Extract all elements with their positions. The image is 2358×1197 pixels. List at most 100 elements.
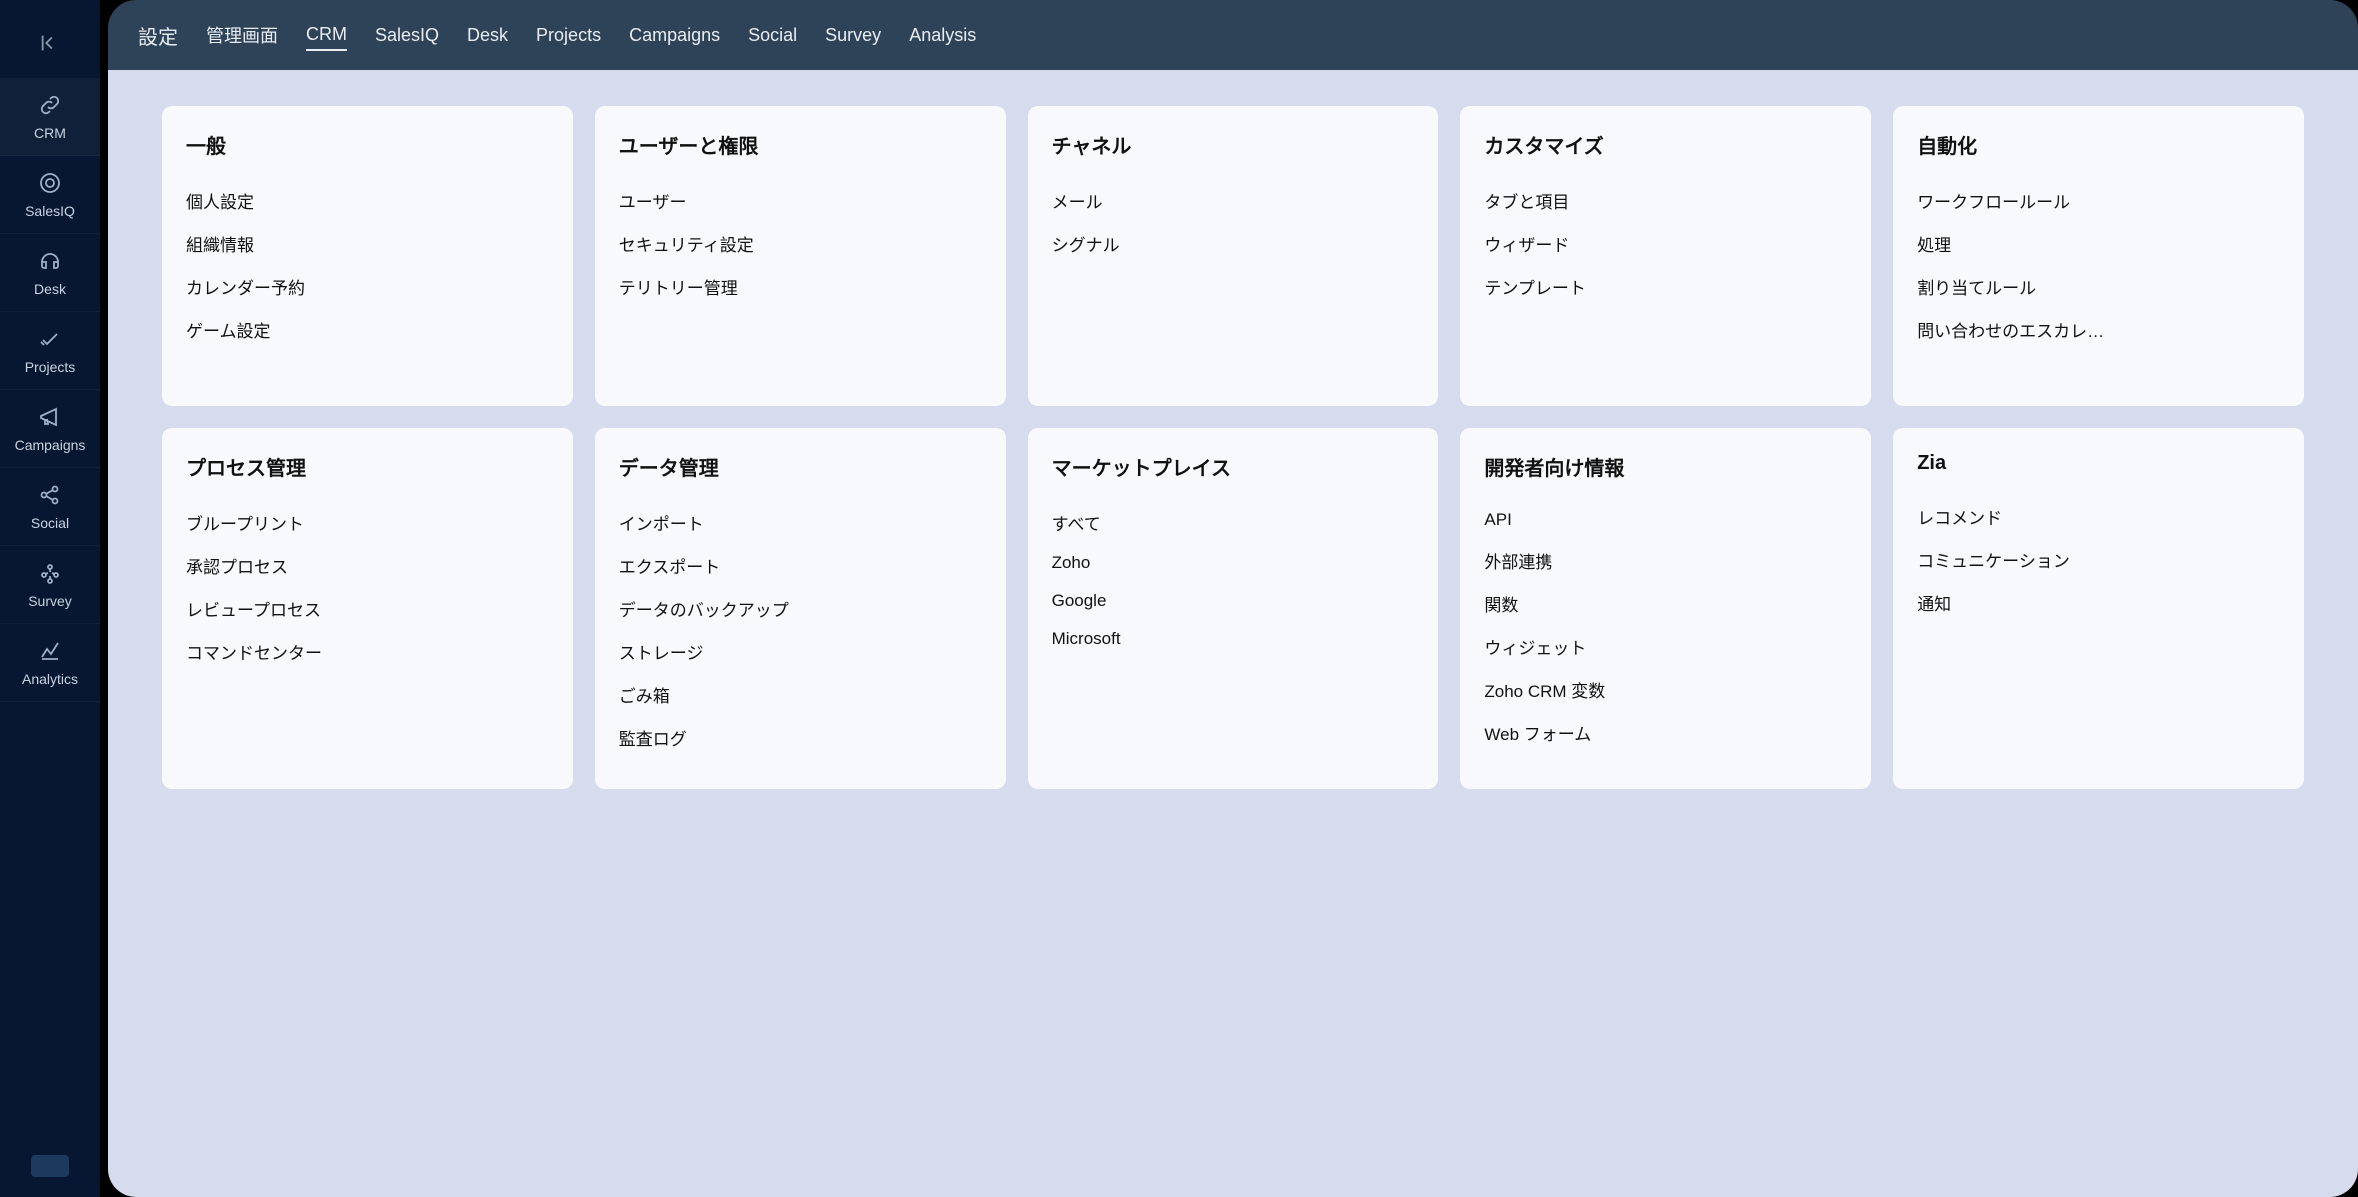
- tab-projects[interactable]: Projects: [536, 21, 601, 50]
- card-title: チャネル: [1052, 130, 1415, 159]
- tab-survey[interactable]: Survey: [825, 21, 881, 50]
- card-item[interactable]: シグナル: [1052, 222, 1415, 265]
- tab-admin[interactable]: 管理画面: [206, 18, 278, 52]
- card-item[interactable]: 承認プロセス: [186, 544, 549, 587]
- share-icon: [38, 483, 62, 507]
- card-item[interactable]: ブループリント: [186, 501, 549, 544]
- sidebar: CRM SalesIQ Desk Projects Campaigns Soci…: [0, 0, 100, 1197]
- card-channel: チャネル メール シグナル: [1028, 106, 1439, 406]
- card-item[interactable]: コマンドセンター: [186, 630, 549, 673]
- card-item[interactable]: ウィザード: [1484, 222, 1847, 265]
- card-customize: カスタマイズ タブと項目 ウィザード テンプレート: [1460, 106, 1871, 406]
- sidebar-item-label: Desk: [34, 281, 66, 297]
- card-title: データ管理: [619, 452, 982, 481]
- card-item[interactable]: データのバックアップ: [619, 587, 982, 630]
- card-item[interactable]: 外部連携: [1484, 539, 1847, 582]
- card-item[interactable]: 処理: [1917, 222, 2280, 265]
- card-item[interactable]: インポート: [619, 501, 982, 544]
- nodes-icon: [38, 561, 62, 585]
- card-grid: 一般 個人設定 組織情報 カレンダー予約 ゲーム設定 ユーザーと権限 ユーザー …: [162, 106, 2304, 789]
- card-automation: 自動化 ワークフロールール 処理 割り当てルール 問い合わせのエスカレ…: [1893, 106, 2304, 406]
- card-item[interactable]: レビュープロセス: [186, 587, 549, 630]
- card-developer: 開発者向け情報 API 外部連携 関数 ウィジェット Zoho CRM 変数 W…: [1460, 428, 1871, 789]
- main-panel: 設定 管理画面 CRM SalesIQ Desk Projects Campai…: [108, 0, 2358, 1197]
- card-item[interactable]: Microsoft: [1052, 620, 1415, 658]
- sidebar-item-label: Projects: [25, 359, 76, 375]
- sidebar-badge: [31, 1155, 69, 1177]
- sidebar-item-analytics[interactable]: Analytics: [0, 624, 100, 702]
- target-icon: [38, 171, 62, 195]
- card-item[interactable]: ゲーム設定: [186, 308, 549, 351]
- card-data: データ管理 インポート エクスポート データのバックアップ ストレージ ごみ箱 …: [595, 428, 1006, 789]
- card-item[interactable]: Zoho: [1052, 544, 1415, 582]
- tab-crm[interactable]: CRM: [306, 20, 347, 51]
- headset-icon: [38, 249, 62, 273]
- card-general: 一般 個人設定 組織情報 カレンダー予約 ゲーム設定: [162, 106, 573, 406]
- link-icon: [38, 93, 62, 117]
- card-item[interactable]: API: [1484, 501, 1847, 539]
- sidebar-item-campaigns[interactable]: Campaigns: [0, 390, 100, 468]
- card-marketplace: マーケットプレイス すべて Zoho Google Microsoft: [1028, 428, 1439, 789]
- sidebar-item-label: SalesIQ: [25, 203, 75, 219]
- card-item[interactable]: 監査ログ: [619, 716, 982, 759]
- card-item[interactable]: セキュリティ設定: [619, 222, 982, 265]
- sidebar-item-crm[interactable]: CRM: [0, 78, 100, 156]
- header: 設定 管理画面 CRM SalesIQ Desk Projects Campai…: [108, 0, 2358, 70]
- card-item[interactable]: 組織情報: [186, 222, 549, 265]
- card-title: Zia: [1917, 452, 2280, 475]
- sidebar-item-desk[interactable]: Desk: [0, 234, 100, 312]
- card-item[interactable]: Google: [1052, 582, 1415, 620]
- tab-social[interactable]: Social: [748, 21, 797, 50]
- sidebar-nav: CRM SalesIQ Desk Projects Campaigns Soci…: [0, 78, 100, 702]
- card-item[interactable]: カレンダー予約: [186, 265, 549, 308]
- card-item[interactable]: レコメンド: [1917, 495, 2280, 538]
- card-users: ユーザーと権限 ユーザー セキュリティ設定 テリトリー管理: [595, 106, 1006, 406]
- card-item[interactable]: Web フォーム: [1484, 711, 1847, 754]
- card-item[interactable]: Zoho CRM 変数: [1484, 668, 1847, 711]
- sidebar-item-salesiq[interactable]: SalesIQ: [0, 156, 100, 234]
- card-item[interactable]: エクスポート: [619, 544, 982, 587]
- card-item[interactable]: 通知: [1917, 581, 2280, 624]
- card-item[interactable]: ウィジェット: [1484, 625, 1847, 668]
- sidebar-item-social[interactable]: Social: [0, 468, 100, 546]
- card-item[interactable]: テリトリー管理: [619, 265, 982, 308]
- tab-campaigns[interactable]: Campaigns: [629, 21, 720, 50]
- card-item[interactable]: コミュニケーション: [1917, 538, 2280, 581]
- collapse-icon: [39, 32, 61, 54]
- card-process: プロセス管理 ブループリント 承認プロセス レビュープロセス コマンドセンター: [162, 428, 573, 789]
- sidebar-item-label: Survey: [28, 593, 72, 609]
- card-item[interactable]: 個人設定: [186, 179, 549, 222]
- card-title: 自動化: [1917, 130, 2280, 159]
- card-item[interactable]: ユーザー: [619, 179, 982, 222]
- tab-desk[interactable]: Desk: [467, 21, 508, 50]
- card-title: マーケットプレイス: [1052, 452, 1415, 481]
- card-zia: Zia レコメンド コミュニケーション 通知: [1893, 428, 2304, 789]
- card-title: カスタマイズ: [1484, 130, 1847, 159]
- card-item[interactable]: 関数: [1484, 582, 1847, 625]
- card-item[interactable]: 割り当てルール: [1917, 265, 2280, 308]
- card-item[interactable]: ストレージ: [619, 630, 982, 673]
- sidebar-collapse-button[interactable]: [0, 18, 100, 68]
- tab-analysis[interactable]: Analysis: [909, 21, 976, 50]
- sidebar-item-survey[interactable]: Survey: [0, 546, 100, 624]
- sidebar-item-label: Analytics: [22, 671, 78, 687]
- content: 一般 個人設定 組織情報 カレンダー予約 ゲーム設定 ユーザーと権限 ユーザー …: [108, 70, 2358, 1197]
- page-title: 設定: [138, 21, 178, 50]
- card-item[interactable]: 問い合わせのエスカレ…: [1917, 308, 2280, 351]
- sidebar-item-projects[interactable]: Projects: [0, 312, 100, 390]
- megaphone-icon: [38, 405, 62, 429]
- card-item[interactable]: すべて: [1052, 501, 1415, 544]
- sidebar-item-label: Campaigns: [15, 437, 86, 453]
- card-item[interactable]: メール: [1052, 179, 1415, 222]
- card-item[interactable]: タブと項目: [1484, 179, 1847, 222]
- card-item[interactable]: テンプレート: [1484, 265, 1847, 308]
- card-item[interactable]: ごみ箱: [619, 673, 982, 716]
- sidebar-item-label: Social: [31, 515, 69, 531]
- card-item[interactable]: ワークフロールール: [1917, 179, 2280, 222]
- check-icon: [38, 327, 62, 351]
- card-title: ユーザーと権限: [619, 130, 982, 159]
- tab-salesiq[interactable]: SalesIQ: [375, 21, 439, 50]
- card-title: 開発者向け情報: [1484, 452, 1847, 481]
- card-title: 一般: [186, 130, 549, 159]
- analytics-icon: [38, 639, 62, 663]
